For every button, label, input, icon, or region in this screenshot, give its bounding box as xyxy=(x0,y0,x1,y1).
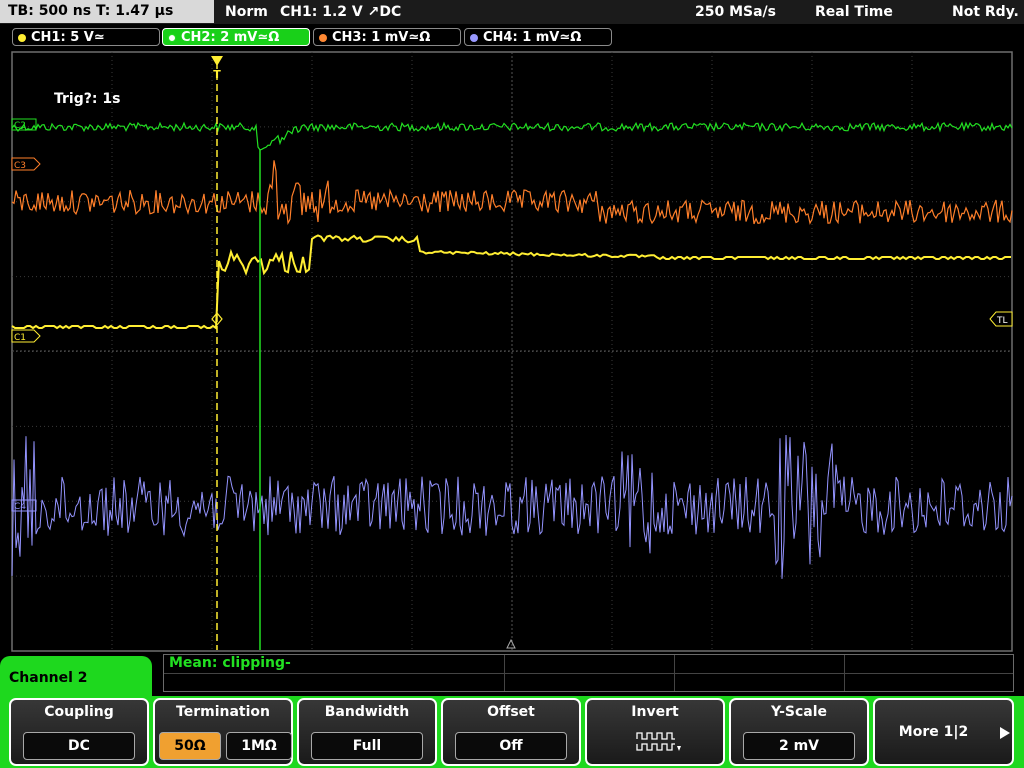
trigger-arrow-icon[interactable] xyxy=(211,56,223,66)
next-page-icon xyxy=(1000,727,1010,739)
coupling-title: Coupling xyxy=(44,704,114,720)
yscale-value[interactable]: 2 mV xyxy=(743,732,855,760)
trigger-marker: T xyxy=(213,68,221,81)
more-menu[interactable]: More 1|2 xyxy=(873,698,1014,766)
more-title: More 1|2 xyxy=(898,724,969,740)
termination-50ohm-option[interactable]: 50Ω xyxy=(159,732,221,760)
c1-marker[interactable]: C1 xyxy=(11,329,41,343)
graticule xyxy=(11,51,1013,652)
waveform-display[interactable]: T C2 C3 C1 C4 TL Trig?: 1s xyxy=(0,0,1024,660)
termination-title: Termination xyxy=(176,704,270,720)
offset-menu[interactable]: Offset Off xyxy=(441,698,581,766)
h-position-icon[interactable] xyxy=(506,638,516,649)
invert-title: Invert xyxy=(631,704,679,720)
bandwidth-value[interactable]: Full xyxy=(311,732,423,760)
c4-marker-label: C4 xyxy=(14,502,26,512)
offset-value[interactable]: Off xyxy=(455,732,567,760)
trigger-level-marker[interactable]: TL xyxy=(989,311,1013,327)
invert-menu[interactable]: Invert xyxy=(585,698,725,766)
invert-waveform-icon xyxy=(636,732,681,751)
termination-1mohm-option[interactable]: 1MΩ xyxy=(226,732,292,760)
tl-marker-label: TL xyxy=(996,316,1008,326)
yscale-menu[interactable]: Y-Scale 2 mV xyxy=(729,698,869,766)
termination-menu[interactable]: Termination 50Ω 1MΩ xyxy=(153,698,293,766)
c3-marker[interactable]: C3 xyxy=(11,157,41,171)
c2-marker-label: C2 xyxy=(14,121,26,131)
c1-marker-label: C1 xyxy=(14,333,26,343)
bandwidth-title: Bandwidth xyxy=(324,704,410,720)
trigger-status-text: Trig?: 1s xyxy=(54,91,120,107)
offset-title: Offset xyxy=(487,704,535,720)
coupling-value[interactable]: DC xyxy=(23,732,135,760)
menu-channel-title: Channel 2 xyxy=(0,656,152,700)
mean-readout: Mean: clipping- xyxy=(169,655,291,671)
bandwidth-menu[interactable]: Bandwidth Full xyxy=(297,698,437,766)
yscale-title: Y-Scale xyxy=(770,704,827,720)
c3-marker-label: C3 xyxy=(14,161,26,171)
coupling-menu[interactable]: Coupling DC xyxy=(9,698,149,766)
